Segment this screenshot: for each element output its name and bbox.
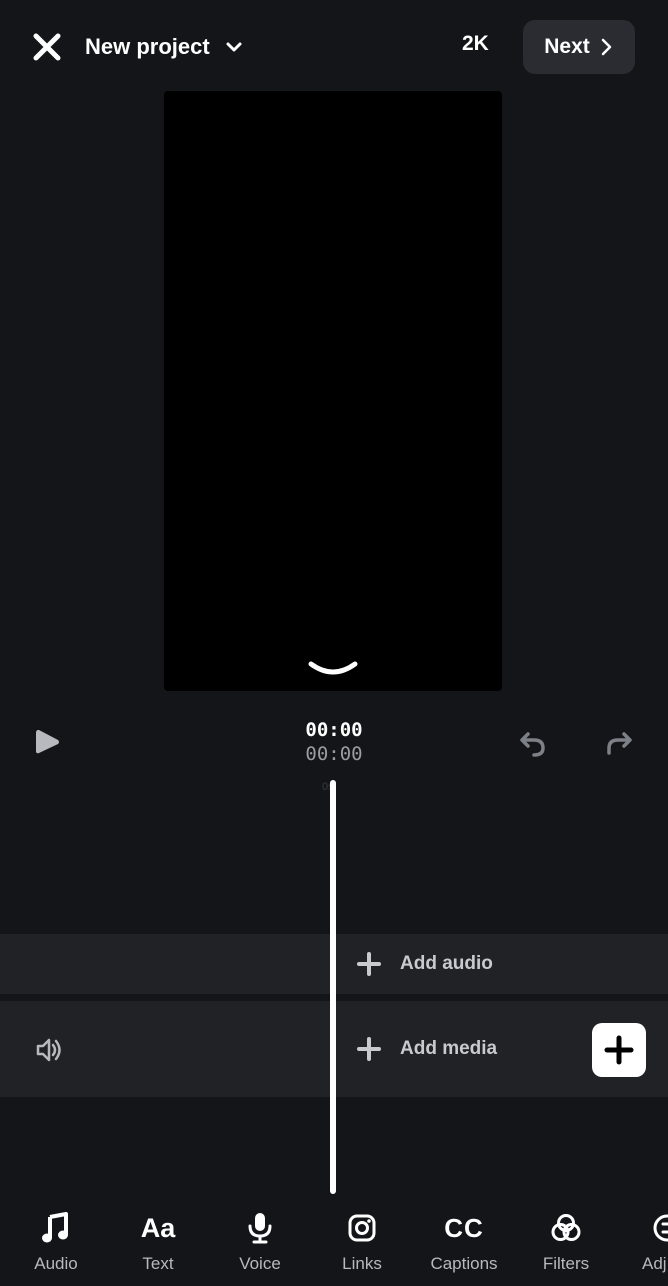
- next-button[interactable]: Next: [523, 20, 635, 74]
- plus-icon: [357, 1037, 381, 1061]
- toolbar-label: Links: [342, 1254, 382, 1273]
- total-duration: 00:00: [305, 743, 363, 765]
- close-icon: [33, 33, 61, 61]
- current-time: 00:00: [305, 719, 363, 741]
- redo-icon: [607, 732, 632, 755]
- plus-icon: [357, 952, 381, 976]
- video-preview[interactable]: [164, 91, 502, 691]
- microphone-icon: [248, 1213, 272, 1244]
- undo-icon: [520, 732, 545, 757]
- resolution-selector[interactable]: 2K: [462, 32, 489, 56]
- toolbar-label: Text: [142, 1254, 174, 1273]
- chevron-right-icon: [601, 38, 612, 56]
- plus-icon: [604, 1035, 634, 1065]
- add-audio-button[interactable]: Add audio: [356, 951, 493, 977]
- bottom-toolbar: Audio Aa Text Voice Links CC Captions Fi…: [0, 1200, 668, 1286]
- project-title-dropdown[interactable]: New project: [85, 30, 244, 64]
- redo-button[interactable]: [602, 726, 636, 760]
- music-note-icon: [42, 1212, 68, 1243]
- add-media-button[interactable]: Add media: [356, 1036, 497, 1062]
- toolbar-label: Audio: [34, 1254, 78, 1273]
- collapse-preview-button[interactable]: [307, 658, 359, 680]
- toolbar-label: Adj: [642, 1254, 667, 1273]
- captions-cc-icon: CC: [444, 1212, 484, 1243]
- toolbar-item-text[interactable]: Aa Text: [108, 1210, 208, 1274]
- speaker-icon: [36, 1038, 61, 1062]
- adjust-icon: [653, 1214, 668, 1242]
- chevron-down-icon: [308, 661, 358, 675]
- chevron-down-icon: [226, 42, 242, 52]
- toolbar-item-adjust[interactable]: Adj: [618, 1210, 668, 1274]
- top-bar: New project 2K Next: [0, 0, 668, 92]
- text-aa-icon: Aa: [140, 1212, 176, 1243]
- editor-screen: New project 2K Next 00:00 00:00 0s Add a…: [0, 0, 668, 1286]
- close-button[interactable]: [30, 30, 64, 64]
- toolbar-item-filters[interactable]: Filters: [516, 1210, 616, 1274]
- add-audio-label: Add audio: [400, 953, 493, 974]
- toolbar-item-voice[interactable]: Voice: [210, 1210, 310, 1274]
- instagram-icon: [348, 1214, 376, 1242]
- toolbar-label: Voice: [239, 1254, 281, 1273]
- toolbar-item-audio[interactable]: Audio: [6, 1210, 106, 1274]
- playhead[interactable]: [330, 780, 336, 1194]
- project-title: New project: [85, 34, 210, 59]
- play-button[interactable]: [32, 726, 62, 758]
- play-icon: [36, 730, 59, 754]
- next-button-label: Next: [544, 35, 590, 58]
- toolbar-item-captions[interactable]: CC Captions: [414, 1210, 514, 1274]
- track-volume-button[interactable]: [34, 1035, 64, 1065]
- add-clip-button[interactable]: [592, 1023, 646, 1077]
- toolbar-item-links[interactable]: Links: [312, 1210, 412, 1274]
- filters-icon: [551, 1214, 581, 1241]
- toolbar-label: Filters: [542, 1254, 590, 1273]
- undo-button[interactable]: [516, 726, 550, 760]
- toolbar-label: Captions: [430, 1254, 498, 1273]
- add-media-label: Add media: [400, 1038, 498, 1059]
